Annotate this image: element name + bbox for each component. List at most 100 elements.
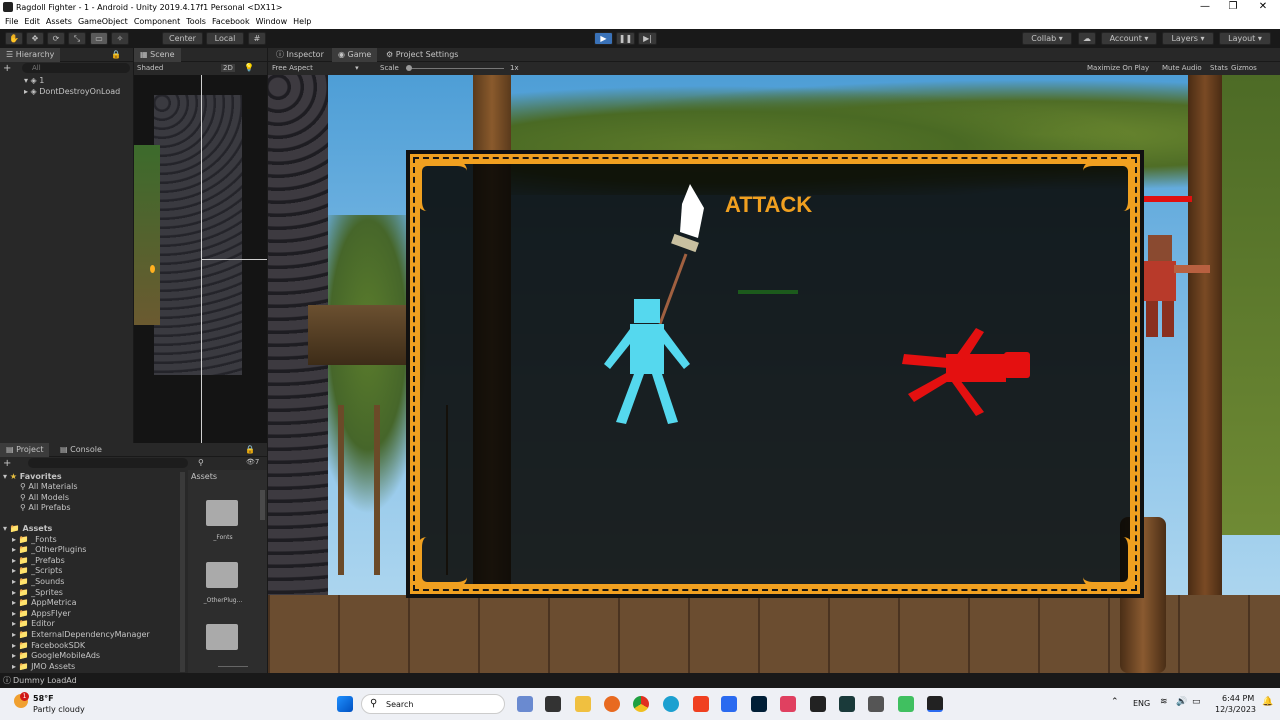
layers-dropdown[interactable]: Layers ▾	[1162, 32, 1214, 45]
folder-scripts[interactable]: ▸ 📁 _Scripts	[0, 565, 62, 576]
clock-time[interactable]: 6:44 PM	[1222, 694, 1254, 703]
menu-assets[interactable]: Assets	[46, 15, 72, 29]
aspect-dropdown[interactable]: Free Aspect ▾	[272, 64, 359, 72]
tab-scene[interactable]: ▦ Scene	[134, 48, 181, 62]
battery-icon[interactable]: ▭	[1192, 697, 1201, 707]
scale-tool-icon[interactable]: ⤡	[68, 32, 86, 45]
pivot-center-button[interactable]: Center	[162, 32, 203, 45]
folder-editor[interactable]: ▸ 📁 Editor	[0, 618, 55, 629]
game-viewport[interactable]: ATTACK	[268, 75, 1280, 673]
tab-inspector[interactable]: ⓘ Inspector	[270, 48, 330, 62]
pivot-local-button[interactable]: Local	[206, 32, 244, 45]
rotate-tool-icon[interactable]: ⟳	[47, 32, 65, 45]
snipping-tool-icon[interactable]	[780, 696, 796, 712]
folder-googlemobileads[interactable]: ▸ 📁 GoogleMobileAds	[0, 650, 100, 661]
notepad-icon[interactable]	[898, 696, 914, 712]
icon-size-slider[interactable]	[218, 666, 248, 667]
taskbar-search[interactable]: ⚲ Search	[361, 694, 505, 714]
tab-project-settings[interactable]: ⚙ Project Settings	[380, 48, 464, 62]
minimize-button[interactable]: —	[1190, 1, 1220, 12]
scene-viewport[interactable]	[134, 75, 267, 443]
file-explorer-icon[interactable]	[575, 696, 591, 712]
folder-jmo-assets[interactable]: ▸ 📁 JMO Assets	[0, 661, 75, 672]
gizmos-dropdown[interactable]: Gizmos	[1231, 64, 1257, 72]
account-dropdown[interactable]: Account ▾	[1101, 32, 1157, 45]
mode-2d-toggle[interactable]: 2D	[221, 64, 235, 72]
tab-hierarchy[interactable]: ☰ Hierarchy	[0, 48, 61, 62]
step-button[interactable]: ▶|	[638, 32, 657, 45]
shading-dropdown[interactable]: Shaded	[137, 64, 163, 72]
wifi-icon[interactable]: ≋	[1160, 697, 1168, 707]
maximize-on-play-toggle[interactable]: Maximize On Play	[1087, 64, 1149, 72]
clock-date[interactable]: 12/3/2023	[1215, 705, 1256, 714]
favorite-all-prefabs[interactable]: ⚲ All Prefabs	[0, 502, 71, 513]
light-icon[interactable]: 💡	[244, 63, 254, 72]
maximize-button[interactable]: ❐	[1218, 1, 1248, 12]
app-icon-fox[interactable]	[810, 696, 826, 712]
favorite-all-materials[interactable]: ⚲ All Materials	[0, 481, 78, 492]
hierarchy-item-scene[interactable]: ▾ ◈ 1	[0, 75, 133, 86]
stats-toggle[interactable]: Stats	[1210, 64, 1228, 72]
grid-scrollbar[interactable]	[260, 490, 265, 520]
weather-temp[interactable]: 58°F	[33, 694, 54, 703]
tab-game[interactable]: ◉ Game	[332, 48, 378, 62]
project-lock-icon[interactable]: 🔒	[245, 445, 255, 454]
collab-button[interactable]: Collab ▾	[1022, 32, 1072, 45]
scale-slider[interactable]	[406, 68, 504, 69]
pause-button[interactable]: ❚❚	[616, 32, 635, 45]
arc-icon[interactable]	[721, 696, 737, 712]
tab-console[interactable]: ▤ Console	[54, 443, 108, 457]
menu-tools[interactable]: Tools	[186, 15, 206, 29]
menu-gameobject[interactable]: GameObject	[78, 15, 128, 29]
hierarchy-item-dontdestroy[interactable]: ▸ ◈ DontDestroyOnLoad	[0, 86, 133, 97]
notification-bell-icon[interactable]: 🔔	[1262, 697, 1273, 707]
close-button[interactable]: ✕	[1248, 1, 1278, 12]
folder-icon[interactable]	[206, 500, 238, 526]
chrome-icon[interactable]	[633, 696, 649, 712]
rect-tool-icon[interactable]: ▭	[90, 32, 108, 45]
menu-help[interactable]: Help	[293, 15, 311, 29]
menu-component[interactable]: Component	[134, 15, 180, 29]
cloud-icon[interactable]: ☁	[1078, 32, 1096, 45]
assets-breadcrumb[interactable]: Assets	[191, 472, 217, 481]
hand-tool-icon[interactable]: ✋	[5, 32, 23, 45]
brave-icon[interactable]	[693, 696, 709, 712]
terminal-icon[interactable]	[839, 696, 855, 712]
mute-audio-toggle[interactable]: Mute Audio	[1162, 64, 1202, 72]
language-indicator[interactable]: ENG	[1133, 699, 1150, 708]
assets-root[interactable]: ▾ 📁 Assets	[0, 523, 52, 534]
firefox-icon[interactable]	[604, 696, 620, 712]
transform-tool-icon[interactable]: ✧	[111, 32, 129, 45]
folder-icon[interactable]	[206, 624, 238, 650]
folder-sounds[interactable]: ▸ 📁 _Sounds	[0, 576, 64, 587]
hierarchy-search-input[interactable]: All	[22, 63, 130, 73]
edge-icon[interactable]	[663, 696, 679, 712]
add-icon[interactable]: +	[3, 63, 11, 74]
volume-icon[interactable]: 🔊	[1176, 697, 1187, 707]
unity-hub-icon[interactable]	[868, 696, 884, 712]
layout-dropdown[interactable]: Layout ▾	[1219, 32, 1271, 45]
status-message[interactable]: Dummy LoadAd	[13, 676, 77, 685]
task-view-icon[interactable]	[545, 696, 561, 712]
menu-file[interactable]: File	[5, 15, 18, 29]
folder-appmetrica[interactable]: ▸ 📁 AppMetrica	[0, 597, 76, 608]
scale-slider-thumb[interactable]	[406, 65, 412, 71]
project-add-icon[interactable]: +	[3, 458, 11, 469]
folder-icon[interactable]	[206, 562, 238, 588]
lock-icon[interactable]: 🔒	[111, 50, 121, 59]
menu-window[interactable]: Window	[256, 15, 288, 29]
start-icon[interactable]	[337, 696, 353, 712]
filter-icon[interactable]: ⚲	[198, 458, 204, 467]
grid-snap-icon[interactable]: #	[248, 32, 266, 45]
unity-editor-icon[interactable]	[927, 696, 943, 712]
folder-externaldependencymanager[interactable]: ▸ 📁 ExternalDependencyManager	[0, 629, 150, 640]
photoshop-icon[interactable]	[751, 696, 767, 712]
hidden-count[interactable]: 👁7	[246, 458, 259, 466]
tray-overflow-icon[interactable]: ⌃	[1111, 697, 1119, 707]
tab-project[interactable]: ▤ Project	[0, 443, 50, 457]
menu-facebook[interactable]: Facebook	[212, 15, 250, 29]
folder-otherplugins[interactable]: ▸ 📁 _OtherPlugins	[0, 544, 86, 555]
project-search-input[interactable]	[28, 458, 188, 468]
menu-edit[interactable]: Edit	[24, 15, 40, 29]
weather-desc[interactable]: Partly cloudy	[33, 705, 85, 714]
